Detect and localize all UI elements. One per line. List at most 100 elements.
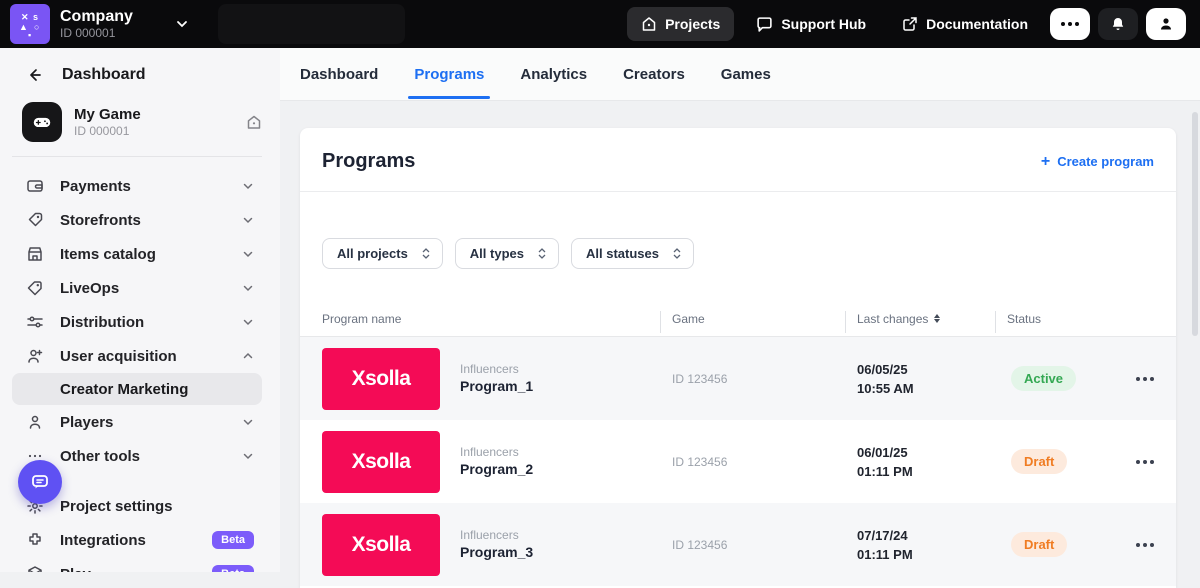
support-hub-button[interactable]: Support Hub	[742, 7, 880, 42]
main-area: Dashboard Programs Analytics Creators Ga…	[280, 48, 1200, 572]
tab-dashboard[interactable]: Dashboard	[298, 50, 380, 99]
sidebar-item-label: Payments	[60, 178, 131, 195]
documentation-button[interactable]: Documentation	[888, 7, 1042, 41]
create-program-button[interactable]: + Create program	[1041, 154, 1154, 169]
more-menu-button[interactable]	[1050, 8, 1090, 40]
game-id: ID 123456	[660, 538, 845, 552]
sidebar-item-label: Project settings	[60, 498, 173, 515]
sidebar-item-label: Play...	[60, 566, 102, 573]
back-label: Dashboard	[62, 66, 146, 84]
row-actions-button[interactable]	[1136, 543, 1154, 547]
tab-analytics[interactable]: Analytics	[518, 50, 589, 99]
program-name: Program_2	[460, 460, 533, 479]
home-icon[interactable]	[246, 114, 262, 130]
project-id: ID 000001	[74, 124, 141, 139]
game-id: ID 123456	[660, 455, 845, 469]
tag-icon	[26, 279, 44, 297]
column-last-changes[interactable]: Last changes	[845, 312, 995, 326]
chevron-down-icon	[242, 180, 254, 192]
table-header: Program name Game Last changes Status	[300, 301, 1176, 337]
project-name: My Game	[74, 106, 141, 124]
sidebar-item-integrations[interactable]: Integrations Beta	[12, 523, 262, 557]
sidebar-divider	[12, 156, 262, 157]
projects-filter-select[interactable]: All projects	[322, 238, 443, 269]
chevron-down-icon	[242, 316, 254, 328]
last-changes: 06/05/25 10:55 AM	[845, 360, 995, 398]
change-date: 06/05/25	[857, 360, 995, 379]
sidebar-item-label: Distribution	[60, 314, 144, 331]
statuses-filter-select[interactable]: All statuses	[571, 238, 694, 269]
sidebar-item-label: Other tools	[60, 448, 140, 465]
external-link-icon	[902, 16, 918, 32]
tab-bar: Dashboard Programs Analytics Creators Ga…	[280, 48, 1200, 101]
user-icon	[1158, 16, 1174, 32]
tab-programs[interactable]: Programs	[412, 50, 486, 99]
vertical-scrollbar[interactable]	[1192, 112, 1198, 336]
chevron-down-icon	[242, 450, 254, 462]
tab-games[interactable]: Games	[719, 50, 773, 99]
tags-icon	[26, 211, 44, 229]
home-icon	[641, 16, 657, 32]
sidebar-item-label: Integrations	[60, 532, 146, 549]
sidebar-item-user-acquisition[interactable]: User acquisition	[12, 339, 262, 373]
program-type: Influencers	[460, 444, 533, 460]
store-icon	[26, 245, 44, 263]
company-id: ID 000001	[60, 26, 133, 40]
types-filter-value: All types	[470, 246, 524, 261]
top-bar: ✕s▲○▪ Company ID 000001 Projects Support…	[0, 0, 1200, 48]
documentation-label: Documentation	[926, 16, 1028, 32]
program-type: Influencers	[460, 361, 533, 377]
row-actions-button[interactable]	[1136, 377, 1154, 381]
xsolla-logo: Xsolla	[322, 348, 440, 410]
chat-icon	[756, 16, 773, 33]
ellipsis-icon	[1061, 22, 1079, 26]
sidebar-item-partial[interactable]: Play... Beta	[12, 557, 262, 572]
content: Programs + Create program All projects A…	[280, 102, 1200, 572]
select-arrows-icon	[538, 248, 546, 259]
change-time: 01:11 PM	[857, 545, 995, 564]
notifications-button[interactable]	[1098, 8, 1138, 40]
table-row[interactable]: Xsolla Influencers Program_2 ID 123456 0…	[300, 420, 1176, 503]
program-type: Influencers	[460, 527, 533, 543]
status-badge: Draft	[1011, 449, 1067, 474]
chevron-down-icon	[242, 282, 254, 294]
project-switcher[interactable]: My Game ID 000001	[22, 102, 262, 142]
live-chat-button[interactable]	[18, 460, 62, 504]
sidebar-item-distribution[interactable]: Distribution	[12, 305, 262, 339]
chevron-down-icon	[242, 248, 254, 260]
sidebar-item-liveops[interactable]: LiveOps	[12, 271, 262, 305]
table-row[interactable]: Xsolla Influencers Program_1 ID 123456 0…	[300, 337, 1176, 420]
sidebar-item-players[interactable]: Players	[12, 405, 262, 439]
filters-row: All projects All types All statuses	[300, 192, 1176, 269]
sidebar-item-label: LiveOps	[60, 280, 119, 297]
sidebar-item-creator-marketing[interactable]: Creator Marketing	[12, 373, 262, 405]
program-name: Program_1	[460, 377, 533, 396]
change-time: 10:55 AM	[857, 379, 995, 398]
back-to-dashboard[interactable]: Dashboard	[0, 48, 280, 84]
user-icon	[26, 413, 44, 431]
sort-icon	[934, 314, 940, 323]
plus-icon: +	[1041, 155, 1050, 169]
status-badge: Active	[1011, 366, 1076, 391]
account-button[interactable]	[1146, 8, 1186, 40]
chevron-down-icon	[242, 214, 254, 226]
sidebar-item-items-catalog[interactable]: Items catalog	[12, 237, 262, 271]
sidebar-item-payments[interactable]: Payments	[12, 169, 262, 203]
select-arrows-icon	[422, 248, 430, 259]
sidebar-subitem-label: Creator Marketing	[60, 381, 188, 398]
wallet-icon	[26, 177, 44, 195]
change-date: 06/01/25	[857, 443, 995, 462]
sidebar-item-storefronts[interactable]: Storefronts	[12, 203, 262, 237]
table-row[interactable]: Xsolla Influencers Program_3 ID 123456 0…	[300, 503, 1176, 586]
column-status: Status	[995, 312, 1176, 326]
types-filter-select[interactable]: All types	[455, 238, 559, 269]
company-switcher[interactable]: ✕s▲○▪ Company ID 000001	[0, 4, 189, 44]
user-plus-icon	[26, 347, 44, 365]
tab-creators[interactable]: Creators	[621, 50, 687, 99]
chevron-down-icon[interactable]	[175, 17, 189, 31]
projects-button[interactable]: Projects	[627, 7, 734, 41]
sidebar-item-label: User acquisition	[60, 348, 177, 365]
row-actions-button[interactable]	[1136, 460, 1154, 464]
column-last-changes-label: Last changes	[857, 312, 928, 326]
page-title: Programs	[322, 150, 415, 173]
